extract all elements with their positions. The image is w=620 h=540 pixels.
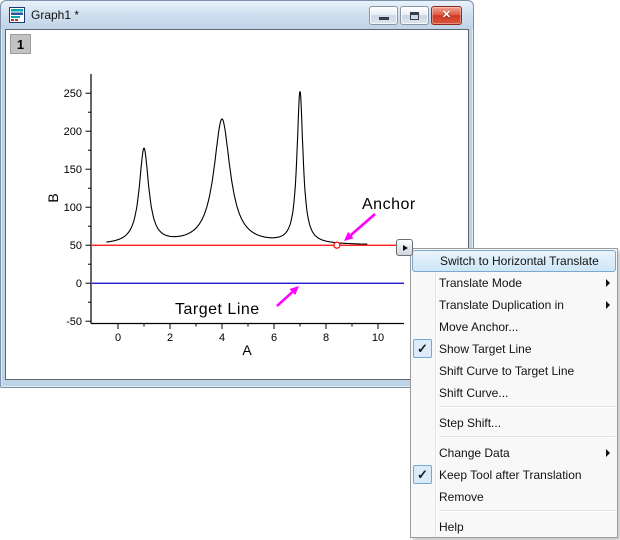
desktop: Graph1 * ✕ 1 -500501001502002500246810BA… <box>0 0 620 540</box>
menu-item[interactable]: Show Target Line ✓ <box>411 338 617 360</box>
menu-item-label: Help <box>439 520 464 534</box>
menu-item[interactable]: Move Anchor... <box>411 316 617 338</box>
close-icon: ✕ <box>442 10 451 21</box>
window-titlebar[interactable]: Graph1 * ✕ <box>1 1 473 29</box>
menu-item[interactable]: Change Data <box>411 442 617 464</box>
window-title: Graph1 * <box>31 8 79 22</box>
minimize-button[interactable] <box>369 6 398 25</box>
menu-item[interactable]: Help <box>411 516 617 538</box>
checkmark-icon: ✓ <box>413 339 432 358</box>
close-button[interactable]: ✕ <box>431 6 462 25</box>
minimize-icon <box>379 17 389 20</box>
menu-item[interactable]: Keep Tool after Translation ✓ <box>411 464 617 486</box>
menu-item[interactable]: Step Shift... <box>411 412 617 434</box>
layer-badge[interactable]: 1 <box>10 34 31 54</box>
window-controls: ✕ <box>369 6 462 25</box>
menu-item[interactable]: Translate Mode <box>411 272 617 294</box>
restore-button[interactable] <box>400 6 429 25</box>
menu-item-label: Shift Curve... <box>439 386 508 400</box>
submenu-arrow-icon <box>606 449 610 457</box>
menu-item[interactable]: Shift Curve to Target Line <box>411 360 617 382</box>
menu-item-label: Keep Tool after Translation <box>439 468 582 482</box>
graph-window: Graph1 * ✕ 1 -500501001502002500246810BA… <box>0 0 474 388</box>
flyout-arrow-icon <box>403 245 408 251</box>
menu-item[interactable]: Remove <box>411 486 617 508</box>
graph-client-area <box>5 29 469 380</box>
menu-item-label: Switch to Horizontal Translate <box>440 254 599 268</box>
menu-separator <box>439 406 615 408</box>
menu-item-label: Move Anchor... <box>439 320 518 334</box>
checkmark-icon: ✓ <box>413 465 432 484</box>
menu-item-label: Shift Curve to Target Line <box>439 364 574 378</box>
submenu-arrow-icon <box>606 279 610 287</box>
origin-graph-icon <box>9 7 25 23</box>
menu-item[interactable]: Shift Curve... <box>411 382 617 404</box>
menu-item-label: Translate Mode <box>439 276 522 290</box>
restore-icon <box>410 12 419 20</box>
menu-item-label: Change Data <box>439 446 510 460</box>
menu-separator <box>439 510 615 512</box>
submenu-arrow-icon <box>606 301 610 309</box>
menu-item[interactable]: Translate Duplication in <box>411 294 617 316</box>
menu-item[interactable]: Switch to Horizontal Translate <box>412 250 616 272</box>
context-menu: Switch to Horizontal Translate Translate… <box>410 248 618 538</box>
menu-item-label: Show Target Line <box>439 342 532 356</box>
menu-separator <box>439 436 615 438</box>
menu-item-label: Translate Duplication in <box>439 298 564 312</box>
menu-item-label: Remove <box>439 490 484 504</box>
translate-tool-flyout-button[interactable] <box>396 239 413 256</box>
menu-item-label: Step Shift... <box>439 416 501 430</box>
